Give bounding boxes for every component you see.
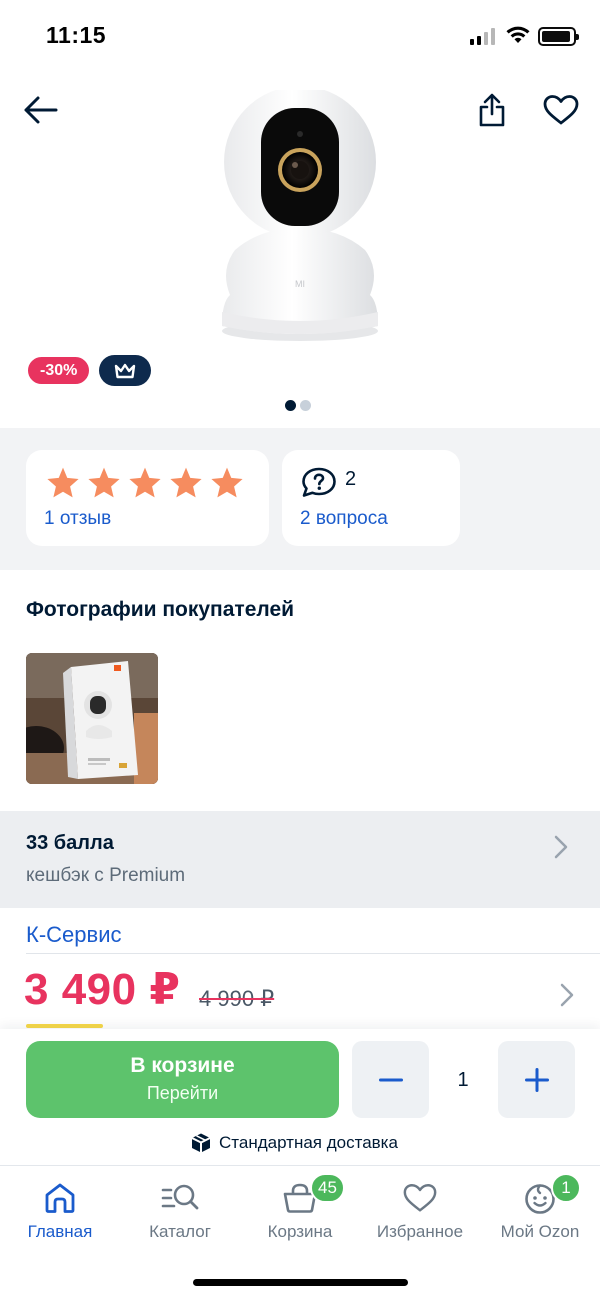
cashback-banner[interactable]: 33 балла кешбэк с Premium: [0, 811, 600, 908]
questions-count: 2: [345, 468, 357, 490]
questions-card[interactable]: 2 2 вопроса: [282, 450, 460, 546]
product-badges: -30%: [26, 355, 152, 386]
home-indicator[interactable]: [193, 1279, 408, 1286]
chevron-right-icon: [554, 835, 568, 859]
quantity-increase-button[interactable]: [498, 1041, 575, 1118]
plus-icon: [524, 1067, 549, 1092]
wifi-icon: [506, 26, 530, 43]
back-arrow-icon: [24, 96, 58, 124]
tab-favorites[interactable]: Избранное: [360, 1178, 480, 1242]
question-bubble-icon: [302, 467, 336, 497]
old-price: 4 990 ₽: [199, 986, 275, 1011]
tab-cart[interactable]: 45 Корзина: [240, 1173, 360, 1242]
star-icon: [129, 467, 161, 498]
status-time: 11:15: [46, 22, 107, 48]
premium-badge: [99, 355, 152, 386]
cart-action-bar: В корзине Перейти 1 Стандартная доставка: [0, 1029, 600, 1165]
tab-profile-label: Мой Ozon: [500, 1222, 580, 1241]
quantity-decrease-button[interactable]: [352, 1041, 429, 1118]
crown-icon: [115, 363, 136, 378]
status-bar: 11:15: [0, 0, 600, 74]
catalog-search-icon: [161, 1184, 199, 1210]
price-highlight: [26, 1024, 103, 1028]
tab-catalog[interactable]: Каталог: [120, 1178, 240, 1242]
product-image[interactable]: MI: [210, 90, 390, 345]
cashback-subtitle: кешбэк с Premium: [26, 865, 186, 886]
heart-icon: [403, 1183, 437, 1212]
cellular-signal-icon: [470, 28, 495, 45]
cart-count-badge: 45: [310, 1173, 345, 1203]
rating-stars: [46, 466, 244, 499]
tab-cart-label: Корзина: [267, 1222, 333, 1241]
discount-badge: -30%: [26, 355, 92, 386]
star-icon: [47, 467, 79, 498]
in-cart-label: В корзине: [130, 1054, 235, 1077]
customer-photos-title: Фотографии покупателей: [26, 598, 295, 621]
image-pagination: [285, 400, 311, 411]
go-to-cart-button[interactable]: В корзине Перейти: [26, 1041, 339, 1118]
tab-home-label: Главная: [27, 1222, 93, 1241]
divider: [26, 953, 600, 954]
reviews-link[interactable]: 1 отзыв: [44, 508, 111, 530]
star-icon: [170, 467, 202, 498]
star-icon: [88, 467, 120, 498]
chevron-right-icon[interactable]: [560, 983, 574, 1007]
box-icon: [191, 1133, 211, 1153]
bottom-tab-bar: Главная Каталог 45 Корзина Избранное 1 М…: [0, 1165, 600, 1298]
reviews-card[interactable]: 1 отзыв: [26, 450, 269, 546]
share-button[interactable]: [470, 88, 514, 132]
home-icon: [45, 1183, 75, 1213]
go-label: Перейти: [146, 1083, 219, 1103]
tab-catalog-label: Каталог: [149, 1222, 211, 1241]
rating-section: 1 отзыв 2 2 вопроса: [0, 428, 600, 570]
star-icon: [211, 467, 243, 498]
seller-link[interactable]: К-Сервис: [26, 922, 121, 948]
pagination-dot[interactable]: [300, 400, 311, 411]
share-icon: [479, 93, 505, 127]
back-button[interactable]: [18, 88, 62, 132]
customer-photo-thumbnail[interactable]: [26, 653, 158, 784]
tab-profile[interactable]: 1 Мой Ozon: [480, 1173, 600, 1242]
quantity-value[interactable]: 1: [430, 1069, 496, 1092]
favorite-button[interactable]: [538, 88, 584, 132]
minus-icon: [378, 1078, 403, 1081]
current-price: 3 490 ₽: [24, 965, 181, 1014]
pagination-dot-active[interactable]: [285, 400, 296, 411]
tab-home[interactable]: Главная: [0, 1178, 120, 1242]
tab-favorites-label: Избранное: [376, 1222, 464, 1241]
delivery-info: Стандартная доставка: [190, 1132, 398, 1154]
delivery-label: Стандартная доставка: [219, 1133, 398, 1152]
battery-icon: [538, 27, 579, 46]
questions-link[interactable]: 2 вопроса: [300, 508, 388, 530]
svg-text:MI: MI: [295, 279, 305, 289]
cashback-points: 33 балла: [26, 832, 114, 854]
heart-icon: [543, 95, 579, 125]
profile-notification-badge: 1: [551, 1173, 581, 1203]
